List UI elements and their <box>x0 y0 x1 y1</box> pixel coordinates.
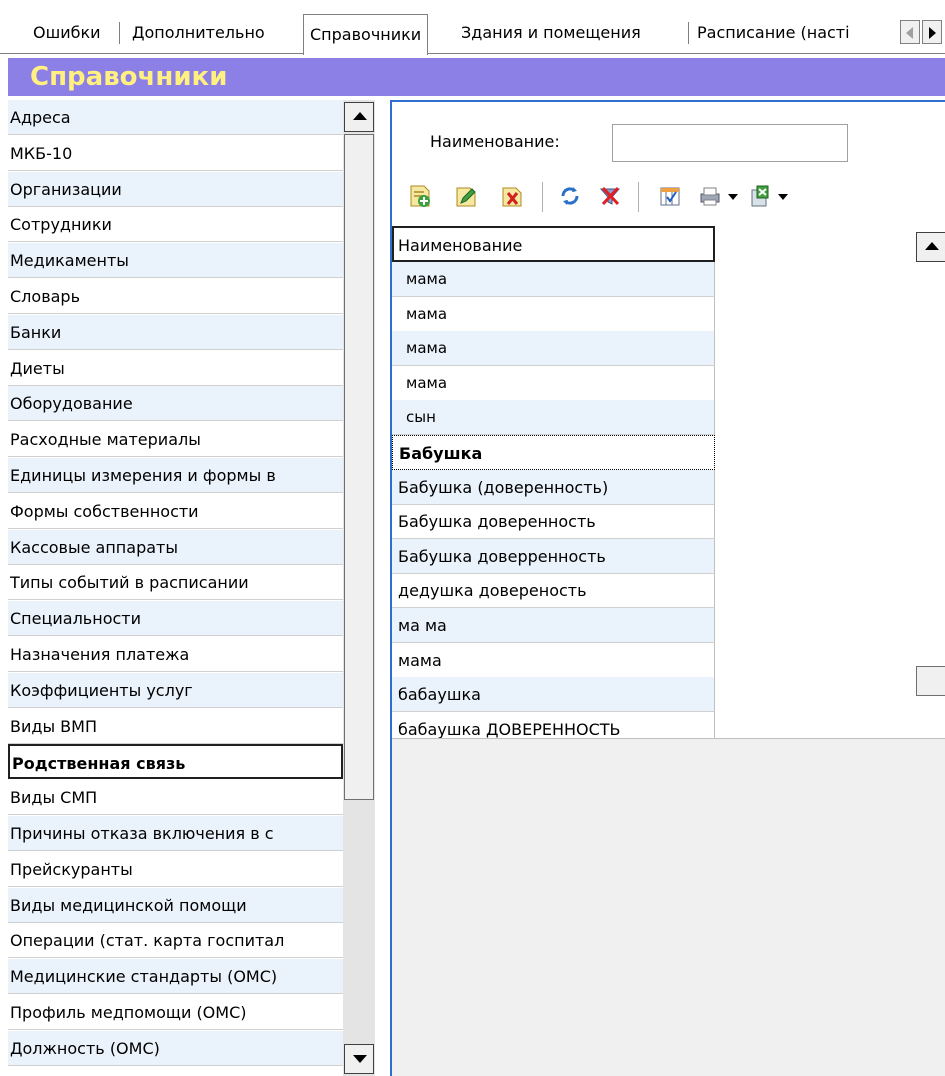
table-row[interactable]: ма ма <box>392 608 715 643</box>
toolbar-separator <box>638 182 639 212</box>
export-dropdown-arrow-icon[interactable] <box>778 194 788 200</box>
table-row[interactable]: сын <box>392 400 715 435</box>
table-row[interactable]: мама <box>392 262 715 297</box>
table-row[interactable]: Бабушка (доверенность) <box>392 470 715 505</box>
directory-list-item[interactable]: Банки <box>8 315 343 350</box>
status-area <box>392 738 945 1076</box>
tab-separator <box>119 22 120 44</box>
directory-list-item[interactable]: Виды СМП <box>8 780 343 815</box>
tab-baseline <box>0 53 945 54</box>
scroll-thumb[interactable] <box>344 134 374 800</box>
table-row[interactable]: Бабушка доверенность <box>392 504 715 539</box>
grid-scroll-up-button[interactable] <box>916 232 945 262</box>
directory-list-item[interactable]: Виды ВМП <box>8 709 343 744</box>
filter-label: Наименование: <box>430 132 560 151</box>
tab-directories[interactable]: Справочники <box>303 14 429 55</box>
table-row[interactable]: Бабушка доверренность <box>392 539 715 574</box>
tab-errors[interactable]: Ошибки <box>33 20 101 46</box>
directory-detail-panel: Наименование: Наименование мама мама мам… <box>390 100 945 1076</box>
directory-list-item[interactable]: Кассовые аппараты <box>8 530 343 565</box>
add-record-icon[interactable] <box>408 184 432 208</box>
table-row[interactable]: мама <box>392 643 715 678</box>
directory-list-item[interactable]: Медицинские стандарты (ОМС) <box>8 959 343 994</box>
directory-list-item[interactable]: Операции (стат. карта госпитал <box>8 923 343 958</box>
tab-buildings[interactable]: Здания и помещения <box>461 20 641 46</box>
clear-filter-icon[interactable] <box>598 184 622 208</box>
scroll-down-button[interactable] <box>344 1044 374 1074</box>
section-header: Справочники <box>8 58 945 96</box>
table-row[interactable]: мама <box>392 297 715 332</box>
directory-list-item[interactable]: Должность (ОМС) <box>8 1031 343 1066</box>
refresh-icon[interactable] <box>558 184 582 208</box>
toolbar-separator <box>542 182 543 212</box>
table-row[interactable]: дедушка довереность <box>392 573 715 608</box>
app-window: Ошибки Дополнительно Справочники Здания … <box>0 0 945 1076</box>
directory-list-item[interactable]: Формы собственности <box>8 494 343 529</box>
directory-list-item[interactable]: Типы событий в расписании <box>8 565 343 600</box>
tab-scroll-left-button[interactable] <box>900 20 920 44</box>
print-dropdown-arrow-icon[interactable] <box>728 194 738 200</box>
table-row[interactable]: бабаушка <box>392 677 715 712</box>
directory-list-item[interactable]: Расходные материалы <box>8 422 343 457</box>
edit-record-icon[interactable] <box>454 184 478 208</box>
directory-list: Адреса МКБ-10 Организации Сотрудники Медикам… <box>8 100 343 1076</box>
directory-list-item[interactable]: Причины отказа включения в с <box>8 816 343 851</box>
directory-list-item[interactable]: Назначения платежа <box>8 637 343 672</box>
directory-list-item[interactable]: Родственная связь <box>8 744 343 779</box>
table-row[interactable]: мама <box>392 366 715 401</box>
directory-list-item[interactable]: МКБ-10 <box>8 136 343 171</box>
directory-list-item[interactable]: Оборудование <box>8 386 343 421</box>
print-icon[interactable] <box>698 184 722 208</box>
directory-list-item[interactable]: Сотрудники <box>8 207 343 242</box>
directory-list-item[interactable]: Медикаменты <box>8 243 343 278</box>
directory-list-item[interactable]: Словарь <box>8 279 343 314</box>
section-title: Справочники <box>30 62 228 92</box>
directory-list-item[interactable]: Адреса <box>8 100 343 135</box>
tab-schedule[interactable]: Расписание (насті <box>697 20 875 46</box>
directory-list-item[interactable]: Специальности <box>8 601 343 636</box>
select-columns-icon[interactable] <box>658 184 682 208</box>
tab-separator <box>688 22 689 44</box>
column-header-name[interactable]: Наименование <box>392 226 715 262</box>
directory-list-item[interactable]: Коэффициенты услуг <box>8 673 343 708</box>
directory-list-item[interactable]: Виды медицинской помощи <box>8 888 343 923</box>
table-row[interactable]: Бабушка <box>392 435 715 470</box>
directory-list-item[interactable]: Диеты <box>8 351 343 386</box>
arrow-up-icon <box>925 242 939 250</box>
tab-strip: Ошибки Дополнительно Справочники Здания … <box>0 0 945 60</box>
arrow-up-icon <box>353 112 367 120</box>
directory-list-item[interactable]: Прейскуранты <box>8 852 343 887</box>
records-grid-scrollbar[interactable] <box>912 226 945 834</box>
toolbar <box>392 176 945 220</box>
directory-list-scrollbar[interactable] <box>343 100 375 1076</box>
arrow-down-icon <box>353 1055 367 1063</box>
directory-list-item[interactable]: Единицы измерения и формы в <box>8 458 343 493</box>
table-row[interactable]: мама <box>392 331 715 366</box>
delete-record-icon[interactable] <box>500 184 524 208</box>
tab-scroll-right-button[interactable] <box>922 20 942 44</box>
directory-list-item[interactable]: Профиль медпомощи (ОМС) <box>8 995 343 1030</box>
name-filter-input[interactable] <box>612 124 848 162</box>
tab-additional[interactable]: Дополнительно <box>132 20 265 46</box>
scroll-up-button[interactable] <box>344 102 374 132</box>
export-icon[interactable] <box>748 184 772 208</box>
directory-list-item[interactable]: Организации <box>8 172 343 207</box>
grid-scroll-thumb[interactable] <box>916 666 945 696</box>
